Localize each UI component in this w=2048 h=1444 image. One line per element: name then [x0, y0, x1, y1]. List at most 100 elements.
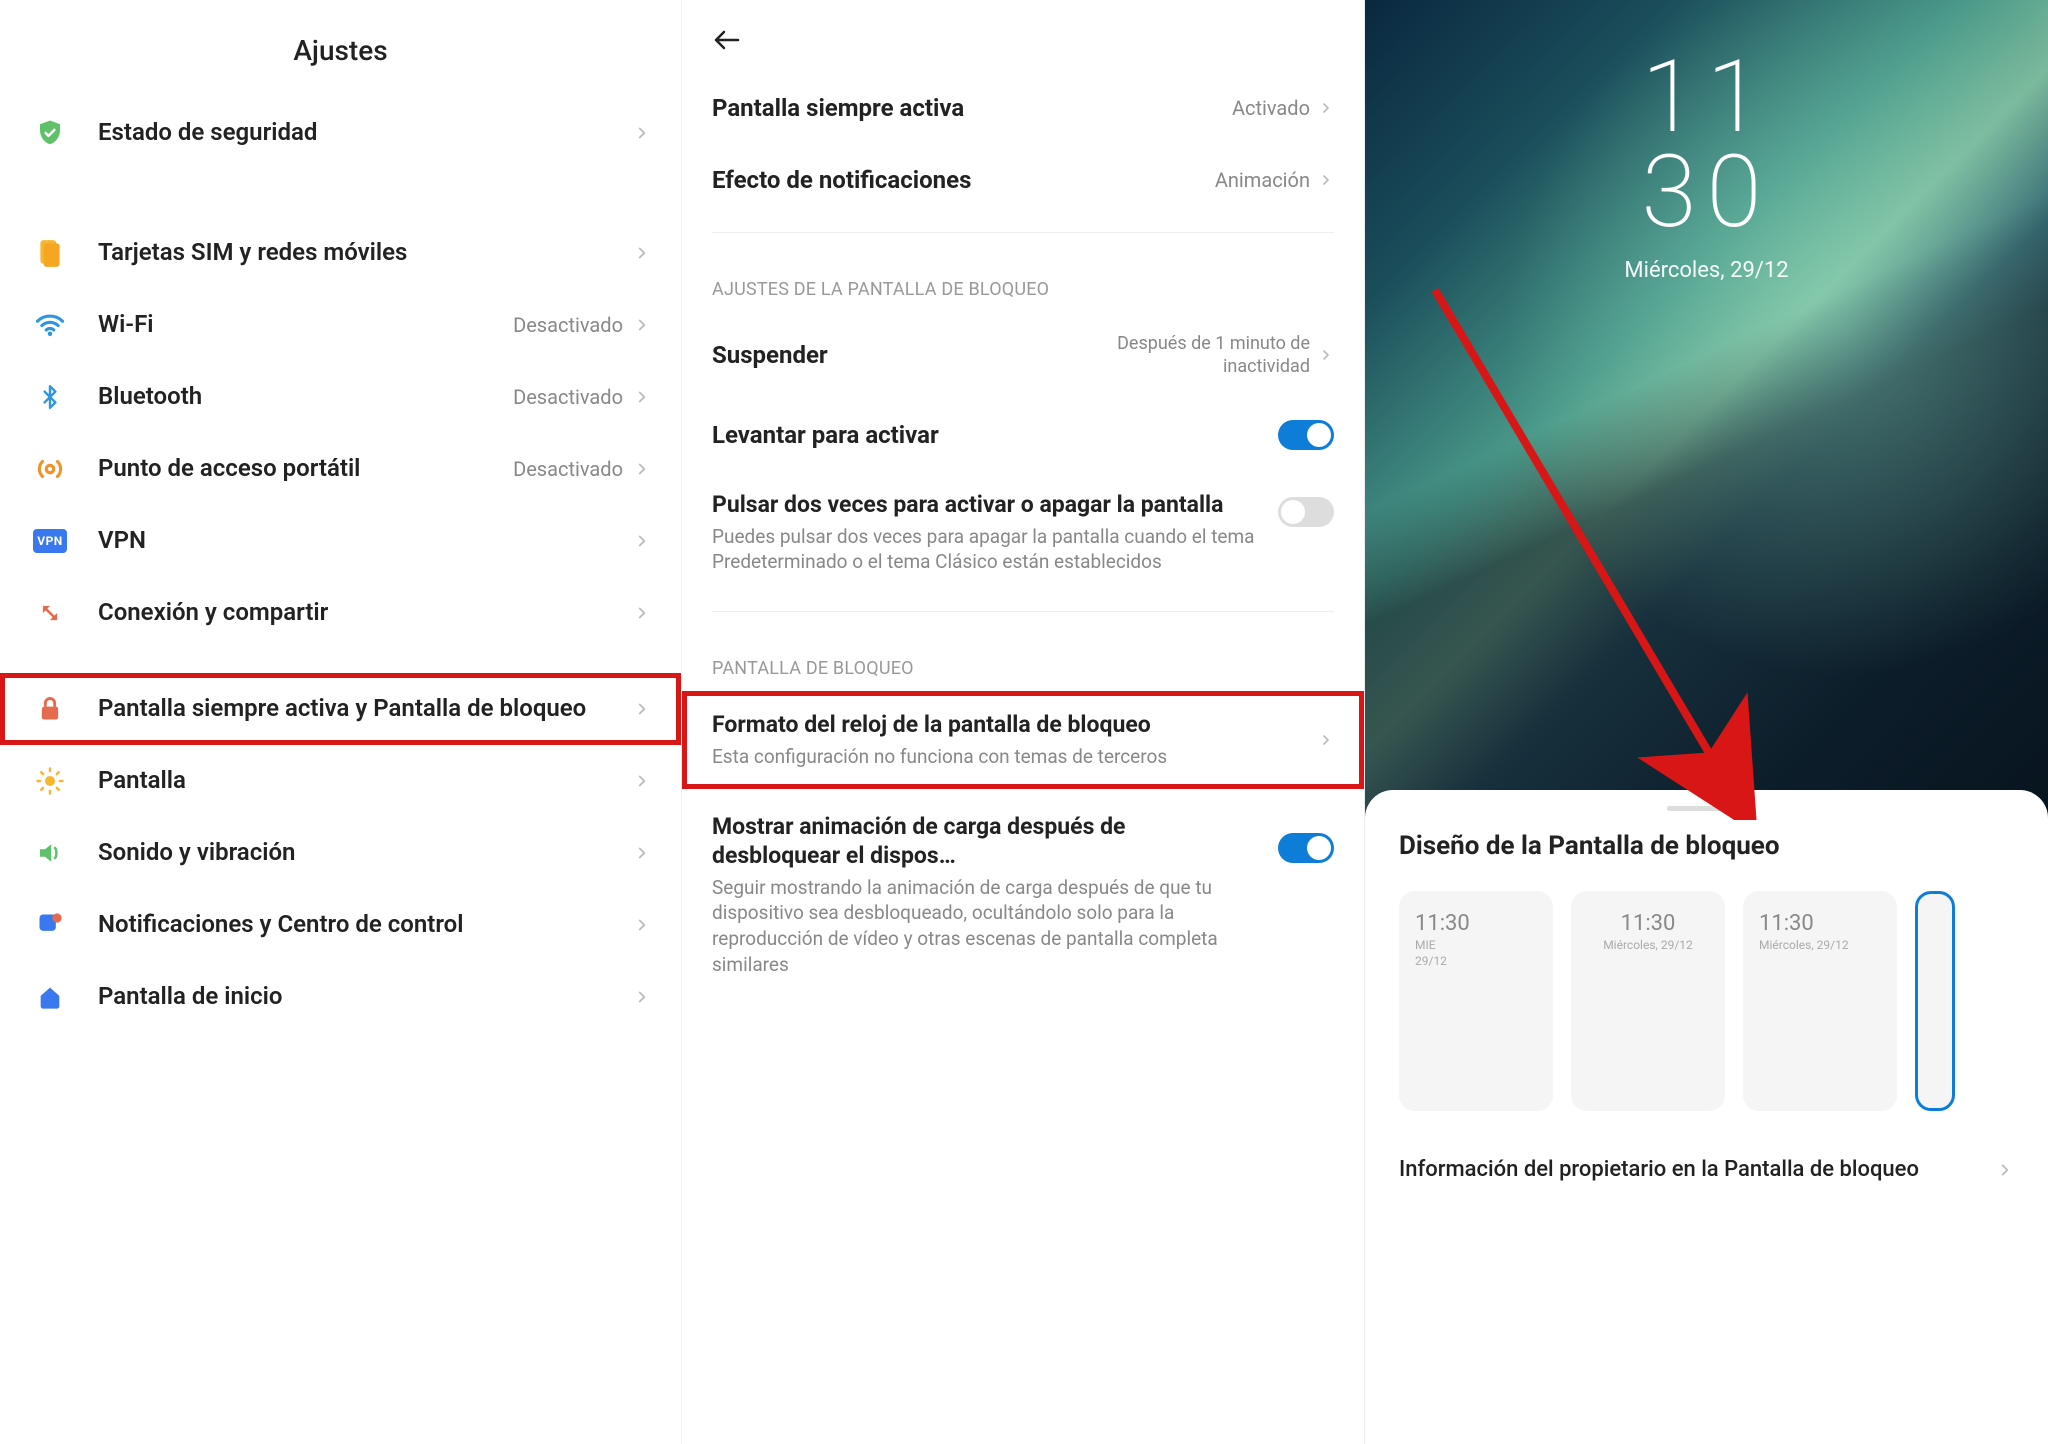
item-label: Información del propietario en la Pantal… — [1399, 1155, 1996, 1186]
item-aod-lockscreen[interactable]: Pantalla siempre activa y Pantalla de bl… — [0, 673, 681, 745]
item-vpn[interactable]: VPN VPN — [0, 505, 681, 577]
chevron-right-icon — [1318, 732, 1334, 748]
option-line2: 29/12 — [1415, 954, 1537, 968]
item-label: Notificaciones y Centro de control — [98, 909, 633, 940]
item-label: Pantalla siempre activa y Pantalla de bl… — [98, 693, 633, 724]
item-label: Estado de seguridad — [98, 117, 633, 148]
item-value: Activado — [1232, 96, 1310, 120]
chevron-right-icon — [633, 604, 651, 622]
annotation-arrow — [1425, 280, 1785, 820]
item-label: VPN — [98, 525, 633, 556]
chevron-right-icon — [1318, 172, 1334, 188]
clock-hour: 11 — [1624, 50, 1788, 145]
item-subtitle: Esta configuración no funciona con temas… — [712, 744, 1298, 770]
page-title: Ajustes — [0, 0, 681, 97]
speaker-icon — [34, 837, 66, 869]
connection-icon — [34, 597, 66, 629]
chevron-right-icon — [633, 244, 651, 262]
double-tap-toggle[interactable] — [1278, 497, 1334, 527]
chevron-right-icon — [633, 988, 651, 1006]
item-raise-wake[interactable]: Levantar para activar — [682, 399, 1364, 471]
vpn-icon: VPN — [34, 525, 66, 557]
item-home[interactable]: Pantalla de inicio — [0, 961, 681, 1033]
clock-format-panel: 11 30 Miércoles, 29/12 Diseño de la Pant… — [1365, 0, 2048, 1444]
item-notifications[interactable]: Notificaciones y Centro de control — [0, 889, 681, 961]
shield-icon — [34, 117, 66, 149]
item-bluetooth[interactable]: Bluetooth Desactivado — [0, 361, 681, 433]
item-connection-share[interactable]: Conexión y compartir — [0, 577, 681, 649]
notifications-icon — [34, 909, 66, 941]
item-label: Wi-Fi — [98, 309, 513, 340]
item-label: Pantalla — [98, 765, 633, 796]
section-header: AJUSTES DE LA PANTALLA DE BLOQUEO — [682, 249, 1364, 312]
settings-root-panel: Ajustes Estado de seguridad Tarjetas SIM… — [0, 0, 682, 1444]
option-line1: MIE — [1415, 938, 1537, 952]
item-label: Punto de acceso portátil — [98, 453, 513, 484]
item-label: Conexión y compartir — [98, 597, 633, 628]
item-sound[interactable]: Sonido y vibración — [0, 817, 681, 889]
lock-icon — [34, 693, 66, 725]
chevron-right-icon — [633, 532, 651, 550]
item-value: Animación — [1215, 168, 1310, 192]
item-title: Efecto de notificaciones — [712, 165, 1215, 195]
wifi-icon — [34, 309, 66, 341]
item-hotspot[interactable]: Punto de acceso portátil Desactivado — [0, 433, 681, 505]
clock-style-options: 11:30 MIE 29/12 11:30 Miércoles, 29/12 1… — [1399, 891, 2014, 1111]
option-time: 11:30 — [1415, 911, 1537, 936]
item-status: Desactivado — [513, 457, 623, 481]
back-button[interactable] — [682, 0, 1364, 72]
item-double-tap[interactable]: Pulsar dos veces para activar o apagar l… — [682, 471, 1364, 595]
clock-option-2[interactable]: 11:30 Miércoles, 29/12 — [1571, 891, 1725, 1111]
chevron-right-icon — [633, 316, 651, 334]
chevron-right-icon — [1318, 100, 1334, 116]
clock-option-3[interactable]: 11:30 Miércoles, 29/12 — [1743, 891, 1897, 1111]
option-line1: Miércoles, 29/12 — [1759, 938, 1881, 952]
charging-toggle[interactable] — [1278, 833, 1334, 863]
item-value: Después de 1 minuto de inactividad — [1110, 332, 1310, 379]
item-clock-format[interactable]: Formato del reloj de la pantalla de bloq… — [682, 691, 1364, 789]
chevron-right-icon — [1996, 1161, 2014, 1179]
chevron-right-icon — [633, 124, 651, 142]
item-title: Mostrar animación de carga después de de… — [712, 813, 1258, 871]
item-display[interactable]: Pantalla — [0, 745, 681, 817]
lockscreen-preview: 11 30 Miércoles, 29/12 — [1365, 0, 2048, 820]
raise-toggle[interactable] — [1278, 420, 1334, 450]
item-suspend[interactable]: Suspender Después de 1 minuto de inactiv… — [682, 312, 1364, 399]
item-title: Pantalla siempre activa — [712, 93, 1232, 123]
item-title: Pulsar dos veces para activar o apagar l… — [712, 491, 1258, 520]
item-subtitle: Seguir mostrando la animación de carga d… — [712, 875, 1258, 978]
item-security-status[interactable]: Estado de seguridad — [0, 97, 681, 169]
item-owner-info[interactable]: Información del propietario en la Pantal… — [1399, 1151, 2014, 1190]
arrow-left-icon — [712, 28, 742, 52]
item-status: Desactivado — [513, 385, 623, 409]
lockscreen-settings-panel: Pantalla siempre activa Activado Efecto … — [682, 0, 1365, 1444]
bluetooth-icon — [34, 381, 66, 413]
bottom-sheet: Diseño de la Pantalla de bloqueo 11:30 M… — [1365, 790, 2048, 1210]
item-subtitle: Puedes pulsar dos veces para apagar la p… — [712, 524, 1258, 575]
item-sim[interactable]: Tarjetas SIM y redes móviles — [0, 217, 681, 289]
item-label: Pantalla de inicio — [98, 981, 633, 1012]
item-wifi[interactable]: Wi-Fi Desactivado — [0, 289, 681, 361]
home-icon — [34, 981, 66, 1013]
option-time: 11:30 — [1759, 911, 1881, 936]
clock-widget: 11 30 Miércoles, 29/12 — [1624, 50, 1788, 283]
item-charging-anim[interactable]: Mostrar animación de carga después de de… — [682, 789, 1364, 997]
item-always-on[interactable]: Pantalla siempre activa Activado — [682, 72, 1364, 144]
chevron-right-icon — [633, 388, 651, 406]
sim-icon — [34, 237, 66, 269]
chevron-right-icon — [633, 844, 651, 862]
sheet-title: Diseño de la Pantalla de bloqueo — [1399, 831, 2014, 861]
item-title: Levantar para activar — [712, 420, 1278, 450]
item-title: Formato del reloj de la pantalla de bloq… — [712, 711, 1298, 740]
item-notif-effect[interactable]: Efecto de notificaciones Animación — [682, 144, 1364, 216]
chevron-right-icon — [633, 916, 651, 934]
chevron-right-icon — [1318, 347, 1334, 363]
item-label: Tarjetas SIM y redes móviles — [98, 237, 633, 268]
item-label: Bluetooth — [98, 381, 513, 412]
clock-option-1[interactable]: 11:30 MIE 29/12 — [1399, 891, 1553, 1111]
option-line1: Miércoles, 29/12 — [1587, 938, 1709, 952]
clock-minute: 30 — [1624, 145, 1788, 240]
option-time: 11:30 — [1587, 911, 1709, 936]
item-title: Suspender — [712, 340, 1110, 370]
clock-option-4[interactable] — [1915, 891, 1955, 1111]
